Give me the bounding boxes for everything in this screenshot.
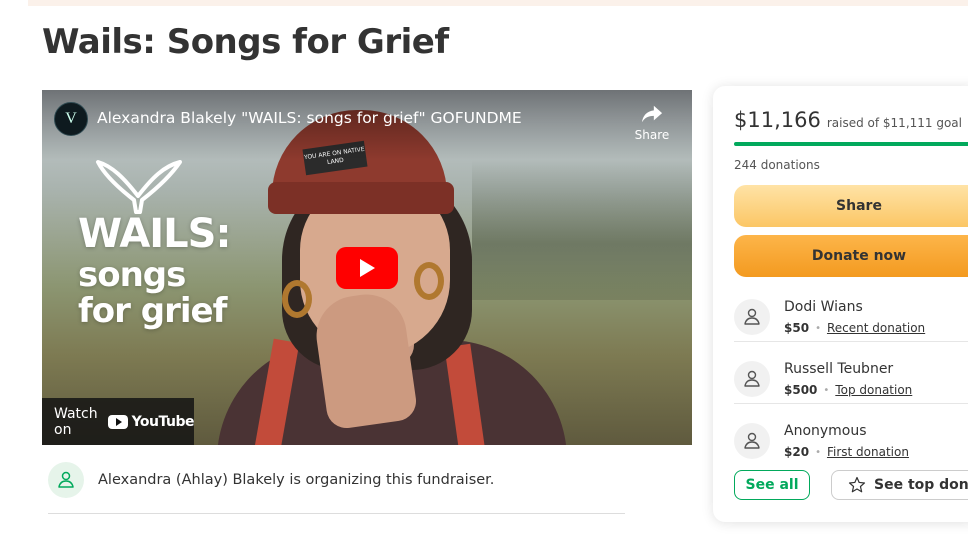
raised-summary: $11,166 raised of $11,111 goal <box>734 108 962 132</box>
divider <box>734 341 968 342</box>
donor-amount: $50 <box>784 321 810 335</box>
watch-on-label: Watch on <box>54 405 98 438</box>
overlay-line-2: songs <box>78 255 186 295</box>
youtube-wordmark: YouTube <box>131 413 195 430</box>
heart-hand-icon <box>58 471 74 488</box>
play-icon <box>360 259 375 277</box>
video-share-label: Share <box>634 128 670 142</box>
donor-tag-link[interactable]: Top donation <box>835 383 912 397</box>
donor-item: Dodi Wians $50 • Recent donation <box>734 291 968 353</box>
video-player[interactable]: YOU ARE ON NATIVE LAND V Alexandra Blake… <box>42 90 692 445</box>
donor-amount: $20 <box>784 445 810 459</box>
see-all-button[interactable]: See all <box>734 470 810 500</box>
progress-bar <box>734 142 968 146</box>
youtube-icon <box>107 414 128 429</box>
donor-name: Dodi Wians <box>784 299 863 315</box>
see-top-donations-button[interactable]: See top donat <box>831 470 968 500</box>
donor-name: Russell Teubner <box>784 361 894 377</box>
donor-tag-link[interactable]: First donation <box>827 445 909 459</box>
donor-item: Anonymous $20 • First donation <box>734 415 968 477</box>
channel-avatar[interactable]: V <box>54 102 88 136</box>
video-title[interactable]: Alexandra Blakely "WAILS: songs for grie… <box>97 109 522 127</box>
video-share-button[interactable]: Share <box>630 104 674 142</box>
heart-hand-icon <box>744 370 760 387</box>
donor-tag-link[interactable]: Recent donation <box>827 321 925 335</box>
organizer-row: Alexandra (Ahlay) Blakely is organizing … <box>48 462 494 498</box>
organizer-avatar <box>48 462 84 498</box>
raised-amount: $11,166 <box>734 108 821 132</box>
progress-fill <box>734 142 968 146</box>
share-button[interactable]: Share <box>734 185 968 227</box>
heart-hand-icon <box>744 308 760 325</box>
donor-avatar <box>734 423 770 459</box>
watch-on-youtube-button[interactable]: Watch on YouTube <box>42 398 195 445</box>
divider <box>48 513 625 514</box>
donor-amount: $500 <box>784 383 818 397</box>
whale-tail-icon <box>96 160 182 214</box>
video-overlay-title: WAILS: songs for grief <box>78 211 231 331</box>
donate-now-button[interactable]: Donate now <box>734 235 968 277</box>
youtube-logo: YouTube <box>107 413 195 430</box>
see-top-label: See top donat <box>874 477 968 493</box>
page-title: Wails: Songs for Grief <box>42 22 449 62</box>
overlay-line-1: WAILS: <box>78 211 231 257</box>
donor-avatar <box>734 299 770 335</box>
top-strip <box>28 0 968 6</box>
donor-item: Russell Teubner $500 • Top donation <box>734 353 968 415</box>
star-icon <box>848 476 866 493</box>
divider <box>734 403 968 404</box>
overlay-line-3: for grief <box>78 291 227 331</box>
share-arrow-icon <box>641 105 663 123</box>
donation-card: $11,166 raised of $11,111 goal 244 donat… <box>713 86 968 522</box>
heart-hand-icon <box>744 432 760 449</box>
play-button[interactable] <box>336 247 398 289</box>
donor-name: Anonymous <box>784 423 867 439</box>
donor-avatar <box>734 361 770 397</box>
donation-count: 244 donations <box>734 158 820 172</box>
raised-goal: raised of $11,111 goal <box>826 116 962 130</box>
organizer-text: Alexandra (Ahlay) Blakely is organizing … <box>98 472 495 488</box>
